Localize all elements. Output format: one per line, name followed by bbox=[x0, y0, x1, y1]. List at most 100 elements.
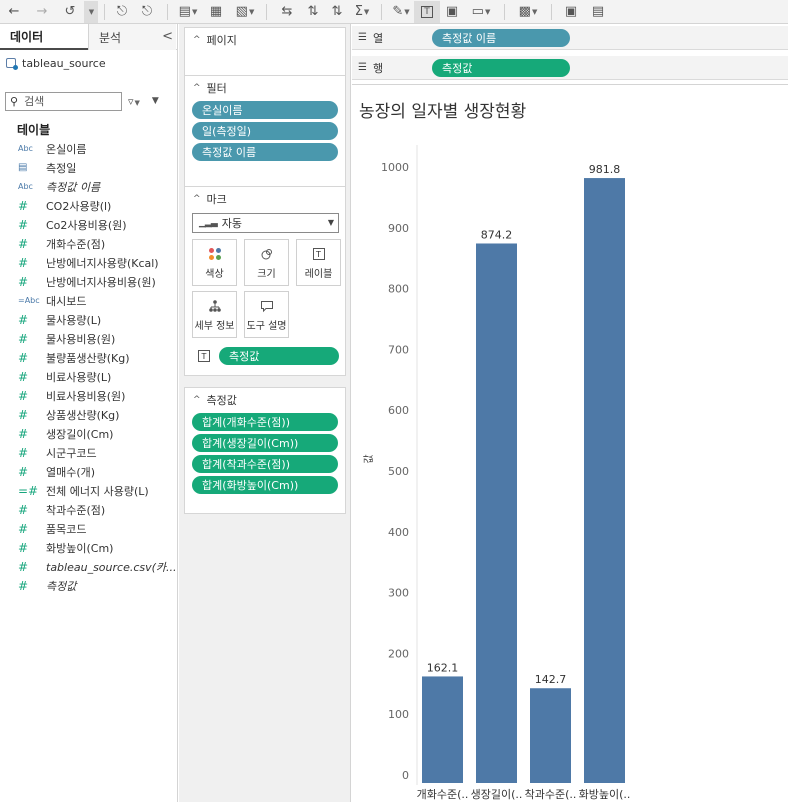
view-canvas[interactable]: 농장의 일자별 생장현황 0 100 200 300 400 500 600 700 800 90… bbox=[352, 84, 788, 802]
tooltip-icon[interactable]: ▣ bbox=[558, 1, 584, 23]
field-name: 불량품생산량(Kg) bbox=[46, 351, 130, 365]
measure-values-card[interactable]: ^ 측정값 합계(개화수준(점)) 합계(생장길이(Cm)) 합계(착과수준(점)… bbox=[184, 387, 346, 514]
pause-updates-icon[interactable]: ⎋ bbox=[133, 1, 161, 23]
color-icon bbox=[208, 248, 221, 260]
datasource-item[interactable]: tableau_source bbox=[0, 50, 177, 76]
field-name: 생장길이(Cm) bbox=[46, 427, 114, 441]
columns-pill[interactable]: 측정값 이름 bbox=[432, 28, 570, 47]
highlight-icon[interactable]: ✎ ▼ bbox=[388, 1, 414, 23]
chevron-up-icon[interactable]: ^ bbox=[193, 395, 201, 405]
marks-card[interactable]: ^ 마크 ▁▂▃ 자동 ▼ 색상 크기 T 레이블 세부 정보 도구 설명 T … bbox=[184, 186, 346, 376]
filter-pill[interactable]: 온실이름 bbox=[192, 101, 338, 119]
field-item[interactable]: Abc 측정값 이름 bbox=[0, 177, 178, 196]
field-item[interactable]: # 화방높이(Cm) bbox=[0, 538, 178, 557]
field-item[interactable]: # 시군구코드 bbox=[0, 443, 178, 462]
size-label: 크기 bbox=[257, 269, 276, 280]
chevron-up-icon[interactable]: ^ bbox=[193, 194, 201, 204]
field-item[interactable]: # 난방에너지사용량(Kcal) bbox=[0, 253, 178, 272]
field-name: 측정일 bbox=[46, 161, 77, 175]
chevron-up-icon[interactable]: ^ bbox=[193, 35, 201, 45]
fit-icon[interactable]: ▭ ▼ bbox=[464, 1, 498, 23]
field-item[interactable]: # 물사용량(L) bbox=[0, 310, 178, 329]
filter-pill[interactable]: 일(측정일) bbox=[192, 122, 338, 140]
field-item[interactable]: # 개화수준(점) bbox=[0, 234, 178, 253]
measure-icon: # bbox=[18, 540, 29, 555]
sort-ascending-icon[interactable]: ⇅ bbox=[301, 1, 325, 23]
rows-shelf[interactable]: ☰ 행 측정값 bbox=[352, 56, 788, 80]
chevron-up-icon[interactable]: ^ bbox=[193, 83, 201, 93]
search-placeholder: 검색 bbox=[24, 95, 45, 108]
mark-type-value: 자동 bbox=[221, 217, 243, 230]
detail-button[interactable]: 세부 정보 bbox=[192, 291, 237, 338]
chart-title: 농장의 일자별 생장현황 bbox=[359, 102, 527, 122]
field-item[interactable]: # tableau_source.csv(카... bbox=[0, 557, 178, 576]
field-item[interactable]: # 열매수(개) bbox=[0, 462, 178, 481]
string-type-icon: Abc bbox=[18, 144, 33, 153]
detail-label: 세부 정보 bbox=[194, 321, 235, 332]
field-item[interactable]: # 비료사용비용(원) bbox=[0, 386, 178, 405]
show-labels-icon[interactable]: T bbox=[414, 0, 440, 23]
x-tick-label: 화방높이(.. bbox=[579, 788, 631, 801]
field-item[interactable]: # 물사용비용(원) bbox=[0, 329, 178, 348]
field-item[interactable]: Abc 온실이름 bbox=[0, 139, 178, 158]
field-item[interactable]: ▤ 측정일 bbox=[0, 158, 178, 177]
field-item[interactable]: =# 전체 에너지 사용량(L) bbox=[0, 481, 178, 500]
field-item[interactable]: # CO2사용량(l) bbox=[0, 196, 178, 215]
new-worksheet-icon[interactable]: ▤ ▼ bbox=[174, 1, 202, 23]
field-name: 상품생산량(Kg) bbox=[46, 408, 120, 422]
columns-shelf[interactable]: ☰ 열 측정값 이름 bbox=[352, 26, 788, 50]
measure-pill[interactable]: 합계(개화수준(점)) bbox=[192, 413, 338, 431]
field-item[interactable]: # 착과수준(점) bbox=[0, 500, 178, 519]
field-item[interactable]: # 비료사용량(L) bbox=[0, 367, 178, 386]
field-item[interactable]: # 측정값 bbox=[0, 576, 178, 595]
pane-menu-icon[interactable]: ▼ bbox=[152, 96, 159, 106]
undo-icon[interactable]: ↺ bbox=[56, 1, 84, 23]
search-input[interactable]: ⚲ 검색 bbox=[5, 91, 122, 111]
clear-sheet-icon[interactable]: ▧ ▼ bbox=[230, 1, 260, 23]
date-icon: ▤ bbox=[18, 162, 28, 173]
string-type-icon: Abc bbox=[18, 182, 33, 191]
field-name: 시군구코드 bbox=[46, 446, 97, 460]
undo-dropdown-icon[interactable]: ▼ bbox=[84, 0, 98, 23]
field-name: 착과수준(점) bbox=[46, 503, 106, 517]
pane-tabs: 데이터 분석 < bbox=[0, 24, 177, 50]
tooltip-label: 도구 설명 bbox=[246, 321, 287, 332]
rows-pill[interactable]: 측정값 bbox=[432, 58, 570, 77]
field-item[interactable]: # 상품생산량(Kg) bbox=[0, 405, 178, 424]
label-measure-pill[interactable]: 측정값 bbox=[219, 347, 339, 365]
filter-pill[interactable]: 측정값 이름 bbox=[192, 143, 338, 161]
tab-data[interactable]: 데이터 bbox=[0, 24, 88, 50]
filters-card[interactable]: ^ 필터 온실이름 일(측정일) 측정값 이름 bbox=[184, 75, 346, 197]
field-item[interactable]: # 불량품생산량(Kg) bbox=[0, 348, 178, 367]
field-item[interactable]: =Abc 대시보드 bbox=[0, 291, 178, 310]
field-item[interactable]: # Co2사용비용(원) bbox=[0, 215, 178, 234]
measure-pill[interactable]: 합계(착과수준(점)) bbox=[192, 455, 338, 473]
sort-descending-icon[interactable]: ⇅ bbox=[325, 1, 349, 23]
field-name: CO2사용량(l) bbox=[46, 199, 112, 213]
measure-pill[interactable]: 합계(화방높이(Cm)) bbox=[192, 476, 338, 494]
duplicate-icon[interactable]: ▦ bbox=[202, 1, 230, 23]
field-item[interactable]: # 난방에너지사용비용(원) bbox=[0, 272, 178, 291]
pages-title: 페이지 bbox=[206, 34, 237, 47]
mark-type-select[interactable]: ▁▂▃ 자동 ▼ bbox=[192, 213, 339, 233]
new-datasource-icon[interactable]: ⎋ bbox=[111, 1, 133, 23]
label-button[interactable]: T 레이블 bbox=[296, 239, 341, 286]
presentation-icon[interactable]: ▤ bbox=[584, 1, 612, 23]
fix-axes-icon[interactable]: ▣ bbox=[440, 1, 464, 23]
filter-icon[interactable]: ▿▼ bbox=[128, 95, 140, 108]
field-name: 화방높이(Cm) bbox=[46, 541, 114, 555]
y-tick-label: 500 bbox=[388, 465, 409, 478]
field-name: 전체 에너지 사용량(L) bbox=[46, 484, 149, 498]
size-button[interactable]: 크기 bbox=[244, 239, 289, 286]
totals-icon[interactable]: Σ ▼ bbox=[349, 1, 375, 23]
color-button[interactable]: 색상 bbox=[192, 239, 237, 286]
field-item[interactable]: # 생장길이(Cm) bbox=[0, 424, 178, 443]
collapse-pane-icon[interactable]: < bbox=[162, 29, 173, 44]
back-icon[interactable]: ← bbox=[0, 1, 28, 23]
measure-pill[interactable]: 합계(생장길이(Cm)) bbox=[192, 434, 338, 452]
swap-icon[interactable]: ⇆ bbox=[273, 1, 301, 23]
forward-icon[interactable]: → bbox=[28, 1, 56, 23]
show-me-icon[interactable]: ▩ ▼ bbox=[511, 1, 545, 23]
field-item[interactable]: # 품목코드 bbox=[0, 519, 178, 538]
tooltip-button[interactable]: 도구 설명 bbox=[244, 291, 289, 338]
